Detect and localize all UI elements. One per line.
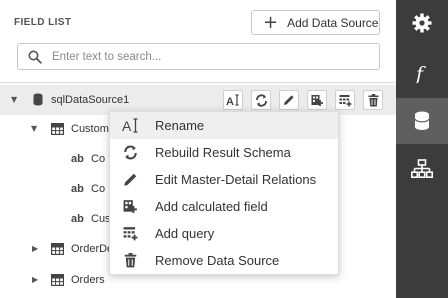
menu-item-add-calculated-field[interactable]: Add calculated field <box>110 193 338 220</box>
rename-button[interactable]: A <box>223 90 243 110</box>
trash-icon <box>122 252 139 269</box>
sidebar-properties-button[interactable] <box>396 0 448 46</box>
field-label: Cus <box>91 213 111 225</box>
pencil-icon <box>122 171 139 188</box>
edit-relations-button[interactable] <box>279 90 299 110</box>
menu-item-label: Add query <box>155 226 215 241</box>
database-icon <box>33 93 43 106</box>
search-box[interactable] <box>17 43 380 70</box>
string-field-icon: ab <box>71 153 84 165</box>
field-list-panel: FIELD LIST + Add Data Source ▼ sqlDataSo… <box>0 0 396 298</box>
gear-icon <box>412 13 432 33</box>
add-query-icon <box>122 225 139 242</box>
search-icon <box>28 50 42 64</box>
sidebar-field-list-button[interactable] <box>396 98 448 144</box>
string-field-icon: ab <box>71 213 84 225</box>
rebuild-icon <box>122 144 139 161</box>
add-query-icon <box>339 94 351 106</box>
rebuild-schema-button[interactable] <box>251 90 271 110</box>
trash-icon <box>368 93 378 106</box>
add-calculated-field-button[interactable] <box>307 90 327 110</box>
menu-item-edit-relations[interactable]: Edit Master-Detail Relations <box>110 166 338 193</box>
svg-text:A: A <box>226 96 234 106</box>
menu-item-label: Rebuild Result Schema <box>155 145 291 160</box>
search-input[interactable] <box>52 48 372 66</box>
add-data-source-button[interactable]: + Add Data Source <box>251 10 380 35</box>
field-label: Co <box>91 153 106 165</box>
database-icon <box>414 111 430 130</box>
field-label: Co <box>91 183 106 195</box>
header-divider <box>0 82 396 83</box>
svg-text:f: f <box>414 63 426 83</box>
menu-item-add-query[interactable]: Add query <box>110 220 338 247</box>
remove-datasource-button[interactable] <box>363 90 383 110</box>
collapse-caret-icon[interactable]: ▼ <box>31 124 37 133</box>
datasource-label: sqlDataSource1 <box>51 94 130 106</box>
expand-caret-icon[interactable]: ▶ <box>32 244 38 253</box>
menu-item-label: Add calculated field <box>155 199 268 214</box>
menu-item-label: Remove Data Source <box>155 253 280 268</box>
sidebar-expressions-button[interactable]: f <box>396 50 448 96</box>
calculated-field-icon <box>311 94 323 106</box>
rebuild-icon <box>255 93 267 107</box>
menu-item-rebuild-schema[interactable]: Rebuild Result Schema <box>110 139 338 166</box>
menu-item-rename[interactable]: A Rename <box>110 112 338 139</box>
plus-icon: + <box>263 11 279 33</box>
table-icon <box>51 123 64 135</box>
hierarchy-icon <box>411 159 433 178</box>
menu-item-remove-datasource[interactable]: Remove Data Source <box>110 247 338 274</box>
add-data-source-label: Add Data Source <box>287 15 379 30</box>
orders-label: Orders <box>71 274 105 286</box>
table-icon <box>51 274 64 286</box>
rename-icon: A <box>226 94 239 106</box>
svg-text:A: A <box>122 118 132 133</box>
string-field-icon: ab <box>71 183 84 195</box>
panel-title: FIELD LIST <box>14 17 72 28</box>
datasource-context-menu: A Rename Rebuild Result Schema Edit Mast… <box>109 111 339 275</box>
function-icon: f <box>414 63 426 83</box>
collapse-caret-icon[interactable]: ▼ <box>11 95 17 104</box>
menu-item-label: Edit Master-Detail Relations <box>155 172 317 187</box>
rename-icon: A <box>122 117 139 134</box>
pencil-icon <box>284 95 294 105</box>
designer-sidebar: f <box>396 0 448 298</box>
table-icon <box>51 243 64 255</box>
add-query-button[interactable] <box>335 90 355 110</box>
expand-caret-icon[interactable]: ▶ <box>32 275 38 284</box>
sidebar-report-explorer-button[interactable] <box>396 146 448 192</box>
calculated-field-icon <box>122 198 139 215</box>
menu-item-label: Rename <box>155 118 205 133</box>
